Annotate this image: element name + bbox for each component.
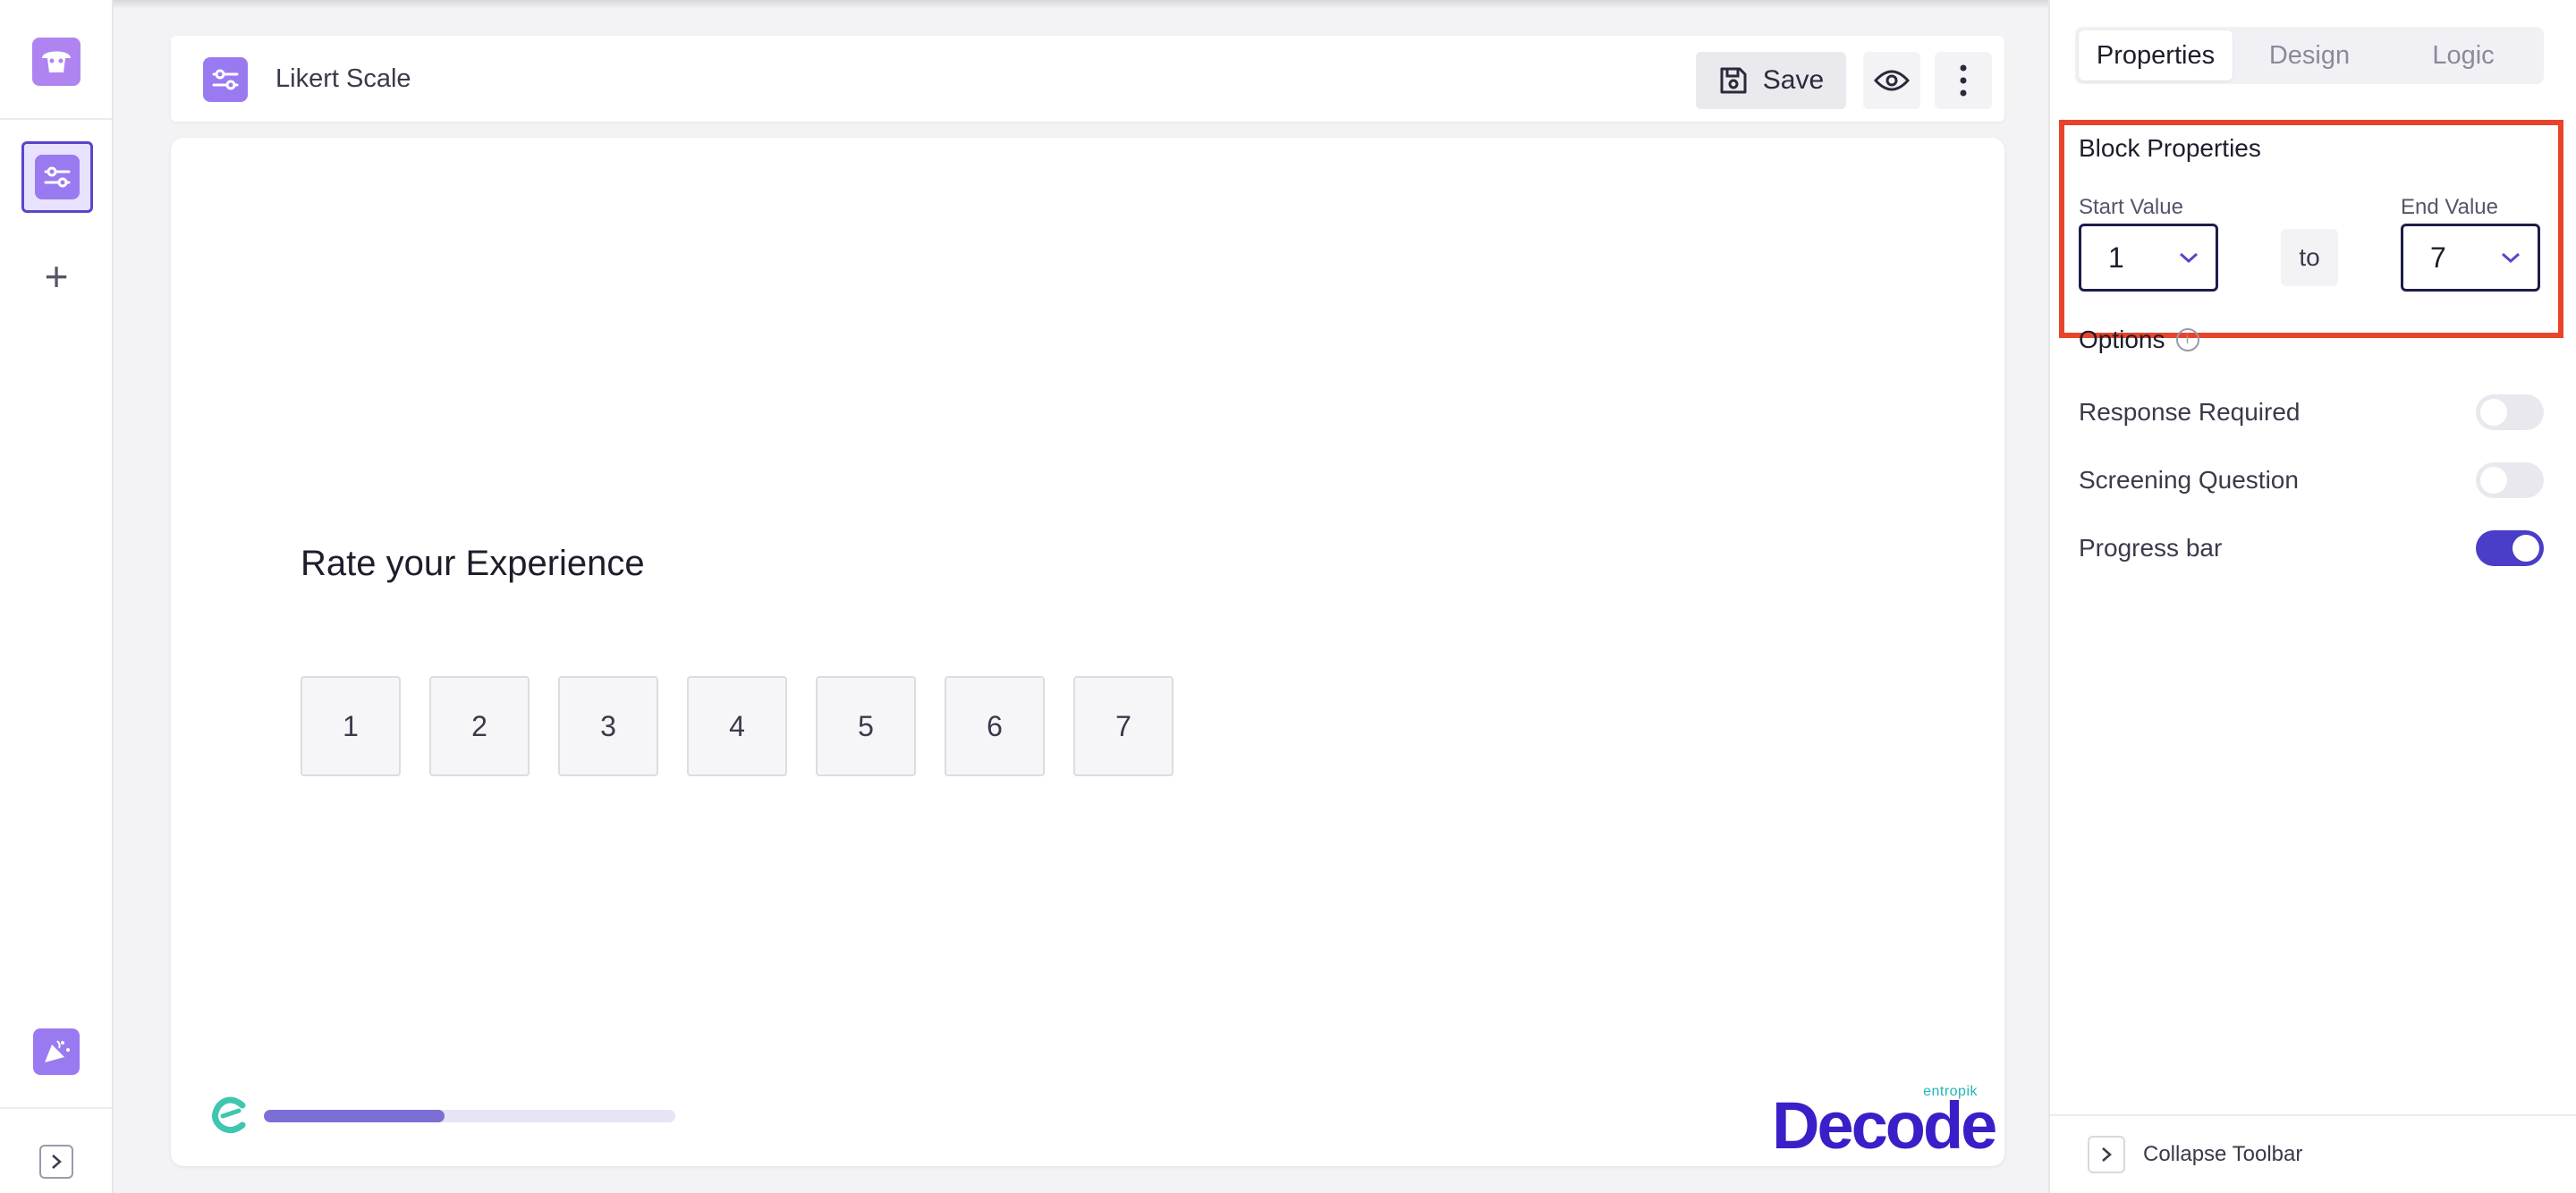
start-value-select[interactable]: 1 xyxy=(2079,224,2218,292)
to-separator: to xyxy=(2281,229,2338,286)
left-rail: + xyxy=(0,0,114,1193)
brand-logo-icon[interactable] xyxy=(32,38,80,86)
floppy-disk-icon xyxy=(1720,67,1747,94)
chevron-right-icon[interactable] xyxy=(39,1145,73,1179)
rail-divider xyxy=(0,1107,112,1109)
save-button[interactable]: Save xyxy=(1696,52,1846,109)
chevron-down-icon xyxy=(2180,252,2198,264)
editor-header: Likert Scale Save xyxy=(171,36,2004,122)
options-title-label: Options xyxy=(2079,326,2165,353)
question-text[interactable]: Rate your Experience xyxy=(301,544,645,584)
scale-option-6[interactable]: 6 xyxy=(945,676,1045,776)
entropik-e-icon xyxy=(212,1096,246,1133)
block-title: Likert Scale xyxy=(275,64,411,93)
panel-tabs: Properties Design Logic xyxy=(2075,27,2544,84)
top-shadow xyxy=(0,0,2048,9)
preview-button[interactable] xyxy=(1863,52,1920,109)
survey-canvas: Rate your Experience 1234567 entropik De… xyxy=(171,138,2004,1166)
scale-option-3[interactable]: 3 xyxy=(558,676,658,776)
save-button-label: Save xyxy=(1762,65,1825,95)
option-row: Progress bar xyxy=(2079,526,2544,571)
slider-block-icon xyxy=(203,57,248,102)
eye-icon xyxy=(1874,70,1910,91)
info-icon[interactable]: i xyxy=(2175,328,2199,351)
kebab-menu-icon xyxy=(1960,64,1967,97)
slider-block-icon xyxy=(35,155,80,199)
brand-name: Decode xyxy=(1772,1088,1997,1163)
tab-logic[interactable]: Logic xyxy=(2386,30,2540,80)
toggle-knob xyxy=(2480,467,2507,494)
chevron-down-icon xyxy=(2502,252,2520,264)
option-label: Progress bar xyxy=(2079,534,2223,562)
properties-panel: Properties Design Logic Block Properties S… xyxy=(2048,0,2576,1193)
block-properties-title: Block Properties xyxy=(2079,134,2261,162)
option-toggle[interactable] xyxy=(2476,462,2544,498)
options-title: Options i xyxy=(2079,326,2199,354)
option-row: Response Required xyxy=(2079,390,2544,435)
toggle-knob xyxy=(2480,399,2507,426)
end-value: 7 xyxy=(2430,241,2446,274)
option-toggle[interactable] xyxy=(2476,530,2544,566)
scale-option-1[interactable]: 1 xyxy=(301,676,401,776)
option-row: Screening Question xyxy=(2079,458,2544,503)
progress-bar xyxy=(264,1110,675,1122)
scale-option-4[interactable]: 4 xyxy=(687,676,787,776)
celebrate-icon[interactable] xyxy=(33,1028,80,1075)
scale-option-5[interactable]: 5 xyxy=(816,676,916,776)
collapse-toolbar[interactable]: Collapse Toolbar xyxy=(2050,1114,2576,1193)
option-label: Response Required xyxy=(2079,398,2301,426)
likert-scale: 1234567 xyxy=(301,676,1174,776)
collapse-toolbar-label: Collapse Toolbar xyxy=(2143,1142,2303,1166)
rail-block-likert[interactable] xyxy=(21,141,93,213)
tab-properties[interactable]: Properties xyxy=(2079,30,2233,80)
start-value-label: Start Value xyxy=(2079,195,2183,219)
end-value-select[interactable]: 7 xyxy=(2401,224,2540,292)
tab-design[interactable]: Design xyxy=(2233,30,2386,80)
scale-option-2[interactable]: 2 xyxy=(429,676,530,776)
scale-option-7[interactable]: 7 xyxy=(1073,676,1174,776)
more-options-button[interactable] xyxy=(1935,52,1992,109)
decode-logo: entropik Decode xyxy=(1772,1084,1997,1159)
toggle-knob xyxy=(2512,535,2539,562)
option-toggle[interactable] xyxy=(2476,394,2544,430)
end-value-label: End Value xyxy=(2401,195,2498,219)
chevron-right-icon xyxy=(2088,1136,2125,1173)
rail-divider xyxy=(0,118,112,120)
progress-bar-fill xyxy=(264,1110,445,1122)
plus-icon[interactable]: + xyxy=(34,254,79,299)
start-value: 1 xyxy=(2108,241,2124,274)
option-label: Screening Question xyxy=(2079,466,2299,494)
